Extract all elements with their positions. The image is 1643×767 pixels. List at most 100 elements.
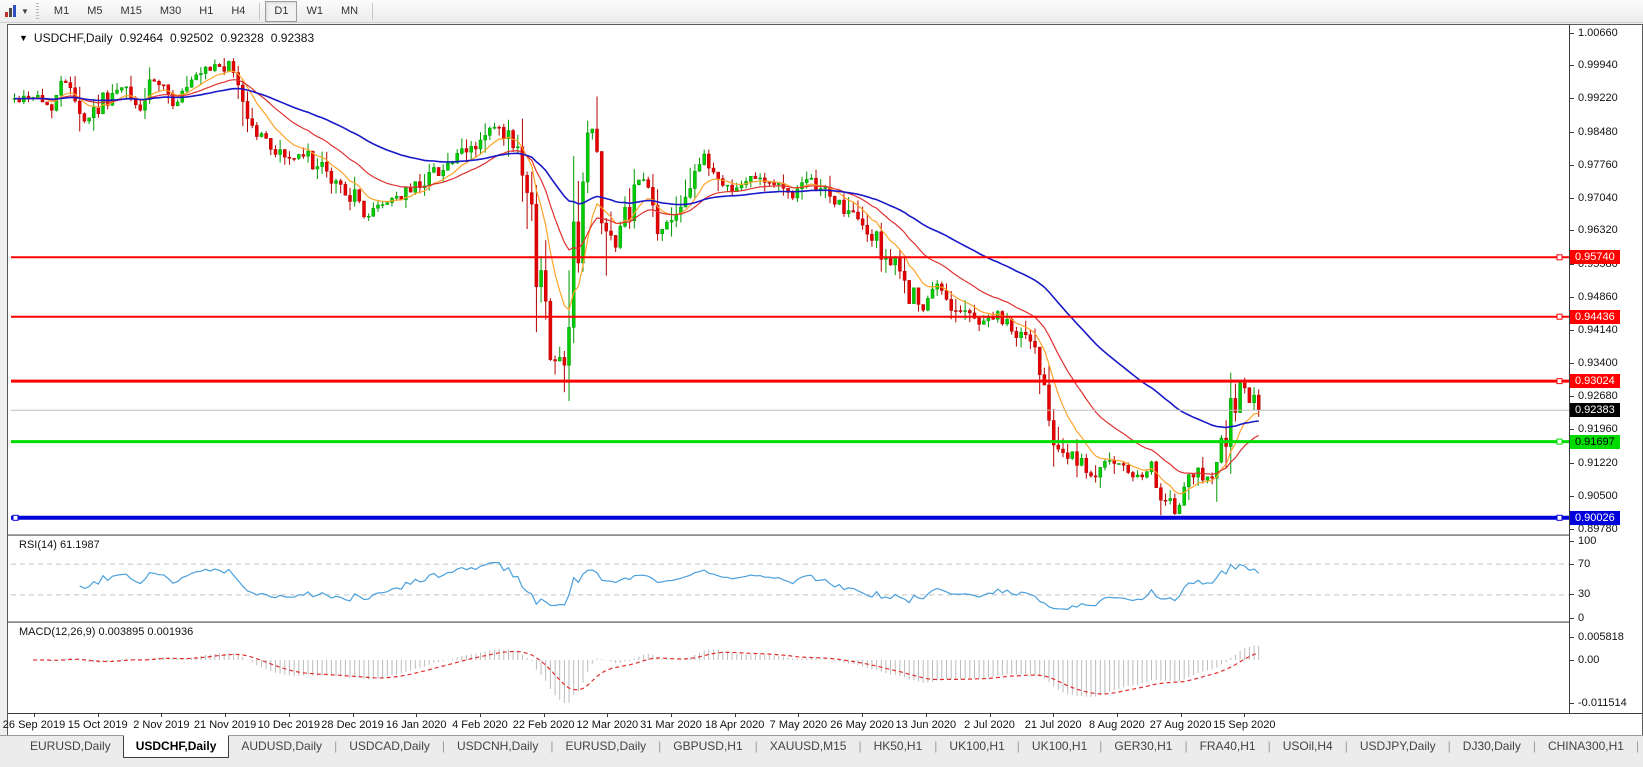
level-price-label-0.90026: 0.90026	[1570, 511, 1620, 525]
date-tick	[289, 714, 290, 717]
tab-uk100-h1[interactable]: UK100,H1	[937, 736, 1016, 757]
date-tick	[225, 714, 226, 717]
timeframe-toolbar: ▼ M1M5M15M30H1H4 D1W1MN	[0, 0, 1643, 23]
date-tick	[990, 714, 991, 717]
toolbar-drag-handle[interactable]	[36, 3, 39, 19]
price-tick-0.92680: 0.92680	[1570, 390, 1618, 403]
timeframe-button-m15[interactable]: M15	[111, 1, 150, 22]
level-price-label-0.94436: 0.94436	[1570, 310, 1620, 324]
date-label-2-nov-2019: 2 Nov 2019	[133, 719, 189, 731]
tab-china300-h1[interactable]: CHINA300,H1	[1536, 736, 1636, 757]
price-axis[interactable]: 1.006600.999400.992200.984800.977600.970…	[1569, 25, 1642, 713]
tab-usoil-h[interactable]: USOil,H	[1639, 736, 1643, 757]
rsi-pane[interactable]: RSI(14) 61.1987	[11, 536, 1569, 621]
price-tick-0.99220: 0.99220	[1570, 92, 1618, 105]
tab-usdjpy-daily[interactable]: USDJPY,Daily	[1348, 736, 1448, 757]
toolbar-separator	[259, 3, 260, 20]
date-label-21-jul-2020: 21 Jul 2020	[1025, 719, 1082, 731]
rsi-tick-70: 70	[1570, 558, 1590, 571]
date-label-21-nov-2019: 21 Nov 2019	[194, 719, 256, 731]
date-label-7-may-2020: 7 May 2020	[770, 719, 827, 731]
title-dropdown-icon[interactable]: ▼	[19, 33, 28, 43]
tab-xauusd-m15[interactable]: XAUUSD,M15	[758, 736, 859, 757]
timeframe-button-d1[interactable]: D1	[265, 1, 297, 22]
macd-label: MACD(12,26,9) 0.003895 0.001936	[19, 626, 193, 638]
rsi-tick-30: 30	[1570, 588, 1590, 601]
toolbar-separator	[372, 3, 373, 20]
date-label-12-mar-2020: 12 Mar 2020	[576, 719, 638, 731]
level-price-label-0.95740: 0.95740	[1570, 250, 1620, 264]
price-tick-0.98480: 0.98480	[1570, 126, 1618, 139]
price-tick-0.97760: 0.97760	[1570, 159, 1618, 172]
timeframe-buttons: M1M5M15M30H1H4 D1W1MN	[45, 1, 378, 22]
date-tick	[926, 714, 927, 717]
macd-pane[interactable]: MACD(12,26,9) 0.003895 0.001936	[11, 623, 1569, 713]
date-label-28-dec-2019: 28 Dec 2019	[321, 719, 383, 731]
time-axis[interactable]: 26 Sep 201915 Oct 20192 Nov 201921 Nov 2…	[8, 713, 1642, 735]
price-tick-0.97040: 0.97040	[1570, 192, 1618, 205]
macd-chart	[11, 623, 1569, 713]
macd-tick-0.00: 0.00	[1570, 654, 1599, 667]
rsi-tick-100: 100	[1570, 535, 1596, 548]
date-tick	[98, 714, 99, 717]
date-label-2-jul-2020: 2 Jul 2020	[964, 719, 1015, 731]
chart-title-low: 0.92328	[220, 31, 263, 45]
timeframe-button-mn[interactable]: MN	[332, 1, 367, 22]
tab-ger30-h1[interactable]: GER30,H1	[1102, 736, 1184, 757]
tab-gbpusd-h1[interactable]: GBPUSD,H1	[661, 736, 754, 757]
tab-hk50-h1[interactable]: HK50,H1	[862, 736, 935, 757]
date-tick	[1181, 714, 1182, 717]
timeframe-button-h1[interactable]: H1	[190, 1, 222, 22]
date-label-10-dec-2019: 10 Dec 2019	[258, 719, 320, 731]
date-label-8-aug-2020: 8 Aug 2020	[1089, 719, 1145, 731]
date-tick	[34, 714, 35, 717]
date-label-18-apr-2020: 18 Apr 2020	[705, 719, 764, 731]
chart-title-close: 0.92383	[271, 31, 314, 45]
mt4-window: ▼ M1M5M15M30H1H4 D1W1MN ▼ USDCHF,Daily 0.…	[0, 0, 1643, 767]
tab-usdcnh-daily[interactable]: USDCNH,Daily	[445, 736, 550, 757]
chart-title-high: 0.92502	[170, 31, 213, 45]
price-tick-0.93400: 0.93400	[1570, 357, 1618, 370]
date-tick	[480, 714, 481, 717]
date-tick	[416, 714, 417, 717]
current-price-label: 0.92383	[1570, 403, 1620, 417]
date-label-26-may-2020: 26 May 2020	[830, 719, 894, 731]
timeframe-button-h4[interactable]: H4	[222, 1, 254, 22]
rsi-tick-0: 0	[1570, 612, 1584, 625]
toolbar-dropdown-icon[interactable]: ▼	[21, 7, 29, 16]
date-tick	[353, 714, 354, 717]
date-label-4-feb-2020: 4 Feb 2020	[452, 719, 508, 731]
timeframe-button-m1[interactable]: M1	[45, 1, 78, 22]
tab-fra40-h1[interactable]: FRA40,H1	[1188, 736, 1268, 757]
timeframe-button-m5[interactable]: M5	[78, 1, 111, 22]
tab-uk100-h1[interactable]: UK100,H1	[1020, 736, 1099, 757]
level-price-label-0.93024: 0.93024	[1570, 374, 1620, 388]
macd-tick--0.011514: -0.011514	[1570, 697, 1627, 710]
date-label-15-sep-2020: 15 Sep 2020	[1213, 719, 1275, 731]
price-tick-1.00660: 1.00660	[1570, 27, 1618, 40]
tab-audusd-daily[interactable]: AUDUSD,Daily	[229, 736, 334, 757]
tab-dj30-daily[interactable]: DJ30,Daily	[1451, 736, 1533, 757]
date-tick	[1053, 714, 1054, 717]
tab-eurusd-daily[interactable]: EURUSD,Daily	[18, 736, 123, 757]
chart-title: ▼ USDCHF,Daily 0.92464 0.92502 0.92328 0…	[19, 31, 321, 45]
date-label-31-mar-2020: 31 Mar 2020	[640, 719, 702, 731]
price-pane[interactable]: ▼ USDCHF,Daily 0.92464 0.92502 0.92328 0…	[11, 25, 1569, 534]
chart-periods-icon[interactable]	[3, 4, 19, 19]
date-tick	[862, 714, 863, 717]
date-label-16-jan-2020: 16 Jan 2020	[386, 719, 447, 731]
date-label-26-sep-2019: 26 Sep 2019	[3, 719, 65, 731]
tab-eurusd-daily[interactable]: EURUSD,Daily	[553, 736, 658, 757]
date-tick	[544, 714, 545, 717]
price-tick-0.90500: 0.90500	[1570, 490, 1618, 503]
rsi-chart	[11, 536, 1569, 621]
date-tick	[161, 714, 162, 717]
timeframe-button-w1[interactable]: W1	[297, 1, 332, 22]
chart-title-symbol: USDCHF,Daily	[34, 31, 113, 45]
tab-usdchf-daily[interactable]: USDCHF,Daily	[123, 735, 230, 758]
timeframe-button-m30[interactable]: M30	[151, 1, 190, 22]
date-tick	[607, 714, 608, 717]
tab-usdcad-daily[interactable]: USDCAD,Daily	[337, 736, 442, 757]
date-tick	[735, 714, 736, 717]
tab-usoil-h4[interactable]: USOil,H4	[1271, 736, 1345, 757]
